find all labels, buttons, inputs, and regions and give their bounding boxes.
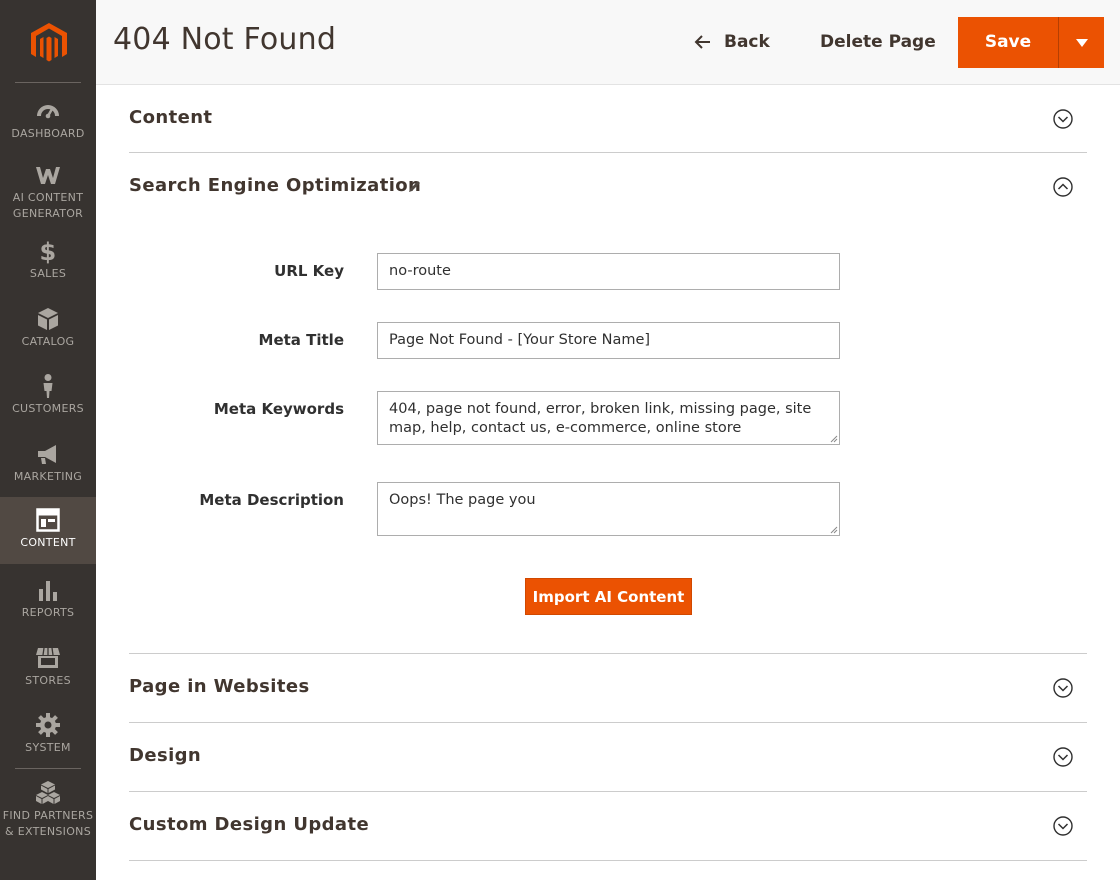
sidebar-item-dashboard[interactable]: DASHBOARD	[0, 98, 96, 142]
sidebar-item-label: CUSTOMERS	[12, 402, 84, 415]
sidebar-item-label: CONTENT	[20, 536, 76, 549]
sidebar-item-label: REPORTS	[21, 606, 75, 619]
section-title: Content	[129, 107, 213, 128]
magento-logo[interactable]	[29, 22, 69, 64]
sidebar-item-content[interactable]: CONTENT	[0, 497, 96, 564]
back-button[interactable]: Back	[694, 29, 770, 55]
sidebar-item-label: & EXTENSIONS	[5, 825, 91, 838]
chevron-down-icon[interactable]	[1053, 109, 1073, 129]
cubes-icon	[36, 781, 60, 804]
box-icon	[38, 308, 58, 330]
meta-title-value: Page Not Found - [Your Store Name]	[389, 332, 651, 348]
resize-grip-icon[interactable]	[830, 435, 838, 443]
meta-keywords-textarea[interactable]: 404, page not found, error, broken link,…	[377, 391, 840, 445]
section-title: Custom Design Update	[129, 814, 370, 835]
admin-sidebar: DASHBOARD AI CONTENT GENERATOR $ SALES C…	[0, 0, 96, 880]
storefront-icon	[36, 647, 60, 668]
svg-text:$: $	[40, 238, 57, 264]
person-icon	[43, 374, 53, 398]
meta-keywords-label: Meta Keywords	[213, 400, 344, 418]
section-custom-design-update[interactable]: Custom Design Update	[129, 792, 1087, 861]
section-page-in-websites[interactable]: Page in Websites	[129, 654, 1087, 723]
caret-down-icon	[1075, 38, 1088, 47]
sidebar-divider	[15, 768, 81, 769]
sidebar-item-sales[interactable]: $ SALES	[0, 238, 96, 282]
sidebar-item-label: MARKETING	[13, 470, 83, 483]
chevron-down-icon[interactable]	[1053, 747, 1073, 767]
sidebar-item-label: AI CONTENT	[12, 191, 84, 204]
import-ai-content-button[interactable]: Import AI Content	[525, 578, 692, 615]
dashboard-icon	[37, 105, 59, 119]
megaphone-icon	[38, 445, 56, 464]
sidebar-divider	[15, 82, 81, 83]
sidebar-item-label: SALES	[29, 267, 67, 280]
sidebar-item-customers[interactable]: CUSTOMERS	[0, 373, 96, 417]
save-button[interactable]: Save	[958, 17, 1058, 68]
sidebar-item-label: DASHBOARD	[11, 127, 85, 140]
back-button-label: Back	[724, 32, 770, 52]
chevron-down-icon[interactable]	[1053, 678, 1073, 698]
meta-title-input[interactable]: Page Not Found - [Your Store Name]	[377, 322, 840, 359]
delete-page-button[interactable]: Delete Page	[820, 29, 936, 55]
url-key-input[interactable]: no-route	[377, 253, 840, 290]
bar-chart-icon	[39, 581, 57, 601]
meta-keywords-value: 404, page not found, error, broken link,…	[389, 401, 812, 436]
page-title: 404 Not Found	[113, 22, 337, 57]
sidebar-item-label: STORES	[25, 674, 71, 687]
section-title: Design	[129, 745, 202, 766]
url-key-value: no-route	[389, 263, 451, 279]
chevron-up-icon[interactable]	[1053, 177, 1073, 197]
url-key-label: URL Key	[274, 262, 344, 280]
sidebar-item-marketing[interactable]: MARKETING	[0, 441, 96, 485]
save-split-button: Save	[958, 17, 1104, 68]
meta-description-value: Oops! The page you	[389, 492, 536, 508]
pencil-icon[interactable]	[407, 178, 423, 194]
sidebar-item-label: GENERATOR	[12, 207, 84, 220]
section-content[interactable]: Content	[129, 85, 1087, 153]
sidebar-item-catalog[interactable]: CATALOG	[0, 306, 96, 350]
sidebar-item-find-partners[interactable]: FIND PARTNERS & EXTENSIONS	[0, 780, 96, 840]
sidebar-item-label: SYSTEM	[25, 741, 71, 754]
chevron-down-icon[interactable]	[1053, 816, 1073, 836]
section-title: Page in Websites	[129, 676, 310, 697]
section-title[interactable]: Search Engine Optimization	[129, 175, 421, 196]
arrow-left-icon	[694, 35, 710, 49]
meta-description-textarea[interactable]: Oops! The page you	[377, 482, 840, 536]
meta-title-label: Meta Title	[258, 331, 344, 349]
dollar-icon: $	[40, 238, 57, 264]
sidebar-item-label: CATALOG	[21, 335, 75, 348]
sidebar-item-stores[interactable]: STORES	[0, 645, 96, 689]
sidebar-item-ai-content-generator[interactable]: AI CONTENT GENERATOR	[0, 162, 96, 222]
section-design[interactable]: Design	[129, 723, 1087, 792]
sidebar-item-reports[interactable]: REPORTS	[0, 577, 96, 621]
layout-icon	[36, 508, 60, 532]
gear-icon	[36, 713, 60, 737]
resize-grip-icon[interactable]	[830, 526, 838, 534]
meta-description-label: Meta Description	[199, 491, 344, 509]
page-header: 404 Not Found Back Delete Page Save	[96, 0, 1120, 85]
ai-content-generator-icon	[36, 167, 60, 184]
sidebar-item-system[interactable]: SYSTEM	[0, 712, 96, 756]
save-options-toggle[interactable]	[1059, 17, 1104, 68]
sidebar-item-label: FIND PARTNERS	[2, 809, 94, 822]
